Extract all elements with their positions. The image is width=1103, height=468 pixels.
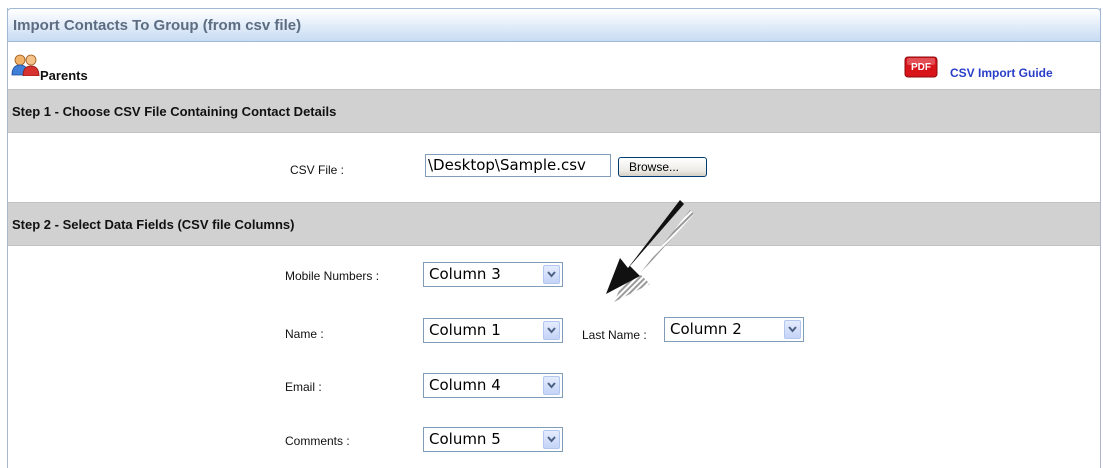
pdf-icon[interactable]: PDF: [904, 56, 938, 79]
name-select-value: Column 1: [429, 321, 501, 339]
browse-button[interactable]: Browse...: [618, 157, 707, 177]
last-name-select[interactable]: Column 2: [664, 317, 804, 342]
csv-file-label: CSV File :: [290, 163, 345, 177]
window-title: Import Contacts To Group (from csv file): [13, 17, 302, 34]
step2-title: Step 2 - Select Data Fields (CSV file Co…: [12, 217, 295, 232]
chevron-down-icon[interactable]: [543, 376, 560, 395]
last-name-select-value: Column 2: [670, 320, 742, 338]
name-select[interactable]: Column 1: [423, 318, 563, 343]
chevron-down-icon[interactable]: [784, 320, 801, 339]
users-icon: [11, 54, 40, 76]
comments-label: Comments :: [285, 434, 350, 448]
chevron-down-icon[interactable]: [543, 321, 560, 340]
window-titlebar: Import Contacts To Group (from csv file): [7, 8, 1101, 42]
comments-select-value: Column 5: [429, 430, 501, 448]
step1-title: Step 1 - Choose CSV File Containing Cont…: [12, 104, 337, 119]
step1-header: Step 1 - Choose CSV File Containing Cont…: [8, 89, 1100, 133]
pdf-icon-text: PDF: [911, 62, 931, 73]
annotation-arrow-icon: [606, 200, 694, 302]
last-name-label: Last Name :: [582, 328, 647, 342]
email-select-value: Column 4: [429, 376, 501, 394]
mobile-numbers-select[interactable]: Column 3: [423, 262, 563, 287]
comments-select[interactable]: Column 5: [423, 427, 563, 452]
step2-header: Step 2 - Select Data Fields (CSV file Co…: [8, 202, 1100, 246]
email-select[interactable]: Column 4: [423, 373, 563, 398]
group-name: Parents: [40, 68, 88, 83]
chevron-down-icon[interactable]: [543, 265, 560, 284]
name-label: Name :: [285, 327, 324, 341]
csv-file-input[interactable]: \Desktop\Sample.csv: [425, 154, 611, 177]
mobile-numbers-label: Mobile Numbers :: [285, 269, 380, 283]
email-label: Email :: [285, 380, 322, 394]
mobile-numbers-select-value: Column 3: [429, 265, 501, 283]
csv-import-guide-link[interactable]: CSV Import Guide: [950, 66, 1053, 80]
chevron-down-icon[interactable]: [543, 430, 560, 449]
